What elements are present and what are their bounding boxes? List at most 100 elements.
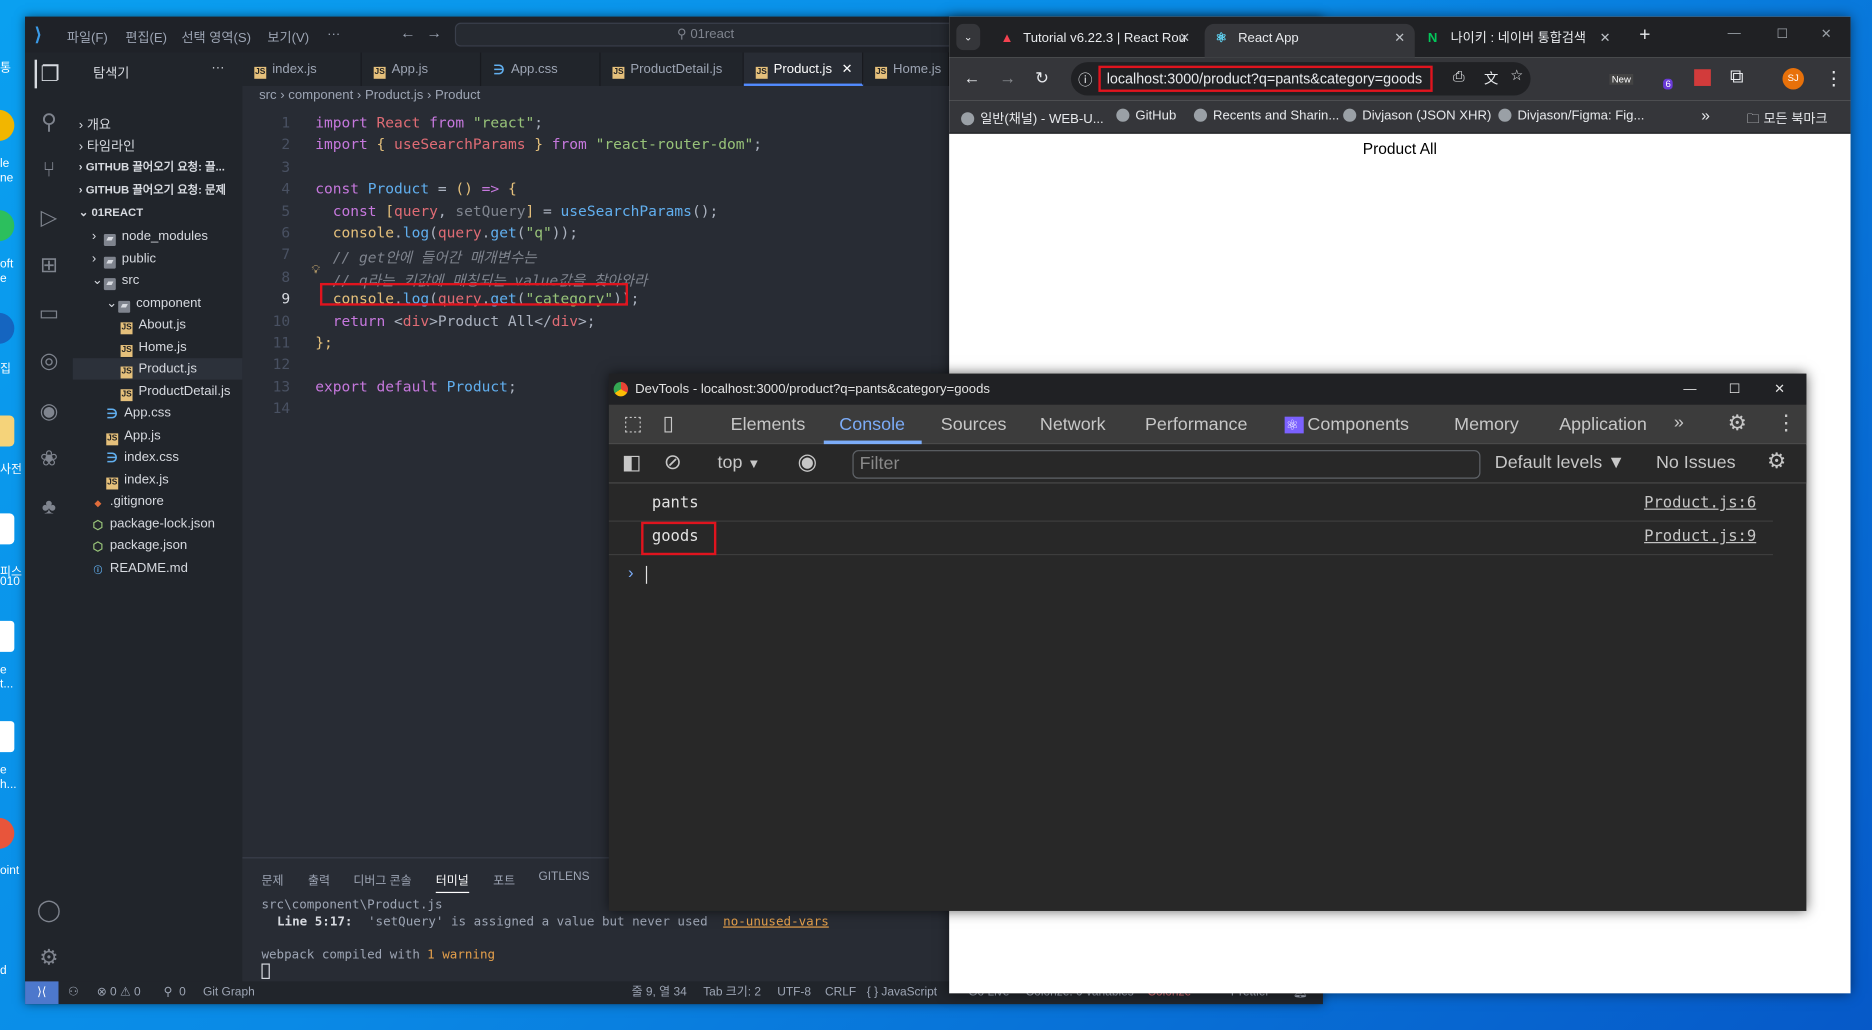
devtools-tab[interactable]: Elements bbox=[731, 414, 806, 434]
menu-edit[interactable]: 편집(E) bbox=[125, 27, 167, 46]
explorer-section[interactable]: › GITHUB 끌어오기 요청: 문제 bbox=[73, 180, 243, 201]
tab-size[interactable]: Tab 크기: 2 bbox=[703, 981, 761, 1004]
source-link[interactable]: Product.js:9 bbox=[1644, 528, 1756, 546]
problems-status[interactable]: ⊗ 0 ⚠ 0 bbox=[97, 981, 141, 1004]
close-tab-icon[interactable]: ✕ bbox=[1179, 24, 1190, 53]
code-line[interactable]: export default Product; bbox=[315, 378, 517, 395]
encoding[interactable]: UTF-8 bbox=[777, 981, 811, 1004]
close-tab-icon[interactable]: ✕ bbox=[1600, 24, 1611, 53]
close-button[interactable]: ✕ bbox=[1774, 374, 1785, 405]
console-filter-input[interactable]: Filter bbox=[852, 450, 1481, 479]
devtools-tab[interactable]: ⚛ Components bbox=[1284, 414, 1409, 435]
settings-gear-icon[interactable]: ⚙ bbox=[35, 943, 64, 972]
back-button-icon[interactable]: ← bbox=[963, 68, 980, 87]
breadcrumb-item[interactable]: Product bbox=[435, 88, 480, 102]
url-text[interactable]: localhost:3000/product?q=pants&category=… bbox=[1098, 65, 1433, 92]
git-graph-icon[interactable]: ◉ bbox=[35, 396, 64, 425]
code-line[interactable]: const Product = () => { bbox=[315, 181, 517, 198]
testing-icon[interactable]: ♣ bbox=[35, 492, 64, 521]
bookmark-item[interactable]: Divjason/Figma: Fig... bbox=[1498, 108, 1644, 123]
editor-tab[interactable]: JS Product.js ✕ bbox=[743, 52, 864, 86]
extensions-icon[interactable]: ⊞ bbox=[35, 251, 64, 280]
browser-tab[interactable]: N 나이키 : 네이버 통합검색 ✕ bbox=[1417, 24, 1620, 57]
code-line[interactable]: }; bbox=[315, 334, 333, 351]
editor-tab[interactable]: JS ProductDetail.js bbox=[601, 52, 744, 86]
bookmark-star-icon[interactable]: ☆ bbox=[1510, 67, 1523, 84]
extension-icon[interactable] bbox=[1694, 69, 1711, 86]
editor-tab[interactable]: ∋ App.css bbox=[481, 52, 601, 86]
explorer-section[interactable]: › 타임라인 bbox=[73, 136, 243, 157]
code-line[interactable]: // get안에 들어간 매개변수는 bbox=[315, 246, 537, 267]
file-tree-item[interactable]: ⬡ package-lock.json bbox=[73, 513, 243, 534]
file-tree-item[interactable]: JS Home.js bbox=[73, 336, 243, 357]
menu-more[interactable]: ··· bbox=[327, 27, 340, 41]
devtools-tab[interactable]: Application bbox=[1559, 414, 1647, 434]
language-mode[interactable]: { } JavaScript bbox=[867, 981, 937, 1004]
file-tree-item[interactable]: JS About.js bbox=[73, 314, 243, 335]
file-tree-item[interactable]: ∋ index.css bbox=[73, 447, 243, 468]
figma-icon[interactable]: ❀ bbox=[35, 444, 64, 473]
remote-indicator-icon[interactable]: ⟩⟨ bbox=[25, 981, 59, 1005]
translate-icon[interactable]: 文 bbox=[1484, 68, 1498, 88]
more-bookmarks-icon[interactable]: » bbox=[1701, 106, 1710, 124]
new-tab-button[interactable]: + bbox=[1639, 25, 1650, 46]
command-center-search[interactable]: ⚲ 01react bbox=[454, 22, 957, 47]
customize-menu-icon[interactable]: ⋮ bbox=[1775, 411, 1796, 436]
ports-icon[interactable]: ⚲ bbox=[164, 981, 173, 1004]
breadcrumb-item[interactable]: Product.js bbox=[365, 88, 423, 102]
clear-console-icon[interactable]: ⊘ bbox=[664, 450, 682, 475]
site-info-icon[interactable]: ⓘ bbox=[1078, 69, 1092, 89]
code-line[interactable]: import React from "react"; bbox=[315, 115, 543, 132]
gitlens-icon[interactable]: ◎ bbox=[35, 346, 64, 375]
menu-view[interactable]: 보기(V) bbox=[267, 27, 309, 46]
file-tree-item[interactable]: JS ProductDetail.js bbox=[73, 380, 243, 401]
source-control-icon[interactable]: ⑂ bbox=[35, 155, 64, 184]
app-desktop-icon[interactable] bbox=[0, 312, 15, 344]
minimize-button[interactable]: — bbox=[1683, 374, 1696, 405]
account-icon[interactable]: ◯ bbox=[35, 895, 64, 924]
file-desktop-icon[interactable] bbox=[0, 620, 15, 652]
dictionary-desktop-icon[interactable] bbox=[0, 415, 15, 447]
code-line[interactable]: console.log(query.get("q")); bbox=[315, 224, 578, 241]
tab-search-chevron-icon[interactable]: ⌄ bbox=[956, 23, 981, 51]
file-tree-item[interactable]: ⬡ package.json bbox=[73, 535, 243, 556]
address-bar[interactable]: ⓘ localhost:3000/product?q=pants&categor… bbox=[1070, 62, 1531, 96]
panel-tab[interactable]: 포트 bbox=[493, 870, 515, 888]
file-desktop-icon[interactable] bbox=[0, 721, 15, 753]
issues-button[interactable]: No Issues bbox=[1656, 452, 1736, 472]
menu-file[interactable]: 파일(F) bbox=[67, 27, 108, 46]
maximize-button[interactable]: ☐ bbox=[1729, 374, 1741, 405]
console-input-caret[interactable] bbox=[645, 565, 648, 584]
inspect-element-icon[interactable]: ⬚ bbox=[623, 412, 642, 436]
forward-button-icon[interactable]: → bbox=[999, 68, 1016, 87]
lightbulb-icon[interactable]: 💡︎ bbox=[312, 264, 320, 277]
devtools-tab[interactable]: Sources bbox=[941, 414, 1007, 434]
extension-count-badge[interactable]: 6 bbox=[1663, 78, 1674, 90]
install-app-icon[interactable]: ⎙ bbox=[1453, 68, 1464, 86]
panel-tab[interactable]: 출력 bbox=[308, 870, 330, 888]
context-selector[interactable]: top ▼ bbox=[718, 452, 761, 472]
browser-tab[interactable]: ⚛ React App ✕ bbox=[1204, 23, 1415, 58]
breadcrumb-item[interactable]: component bbox=[288, 88, 353, 102]
close-tab-icon[interactable]: ✕ bbox=[842, 62, 853, 76]
more-tabs-icon[interactable]: » bbox=[1674, 412, 1684, 432]
panel-tab[interactable]: 터미널 bbox=[435, 870, 469, 894]
line-ending[interactable]: CRLF bbox=[825, 981, 856, 1004]
account-status-icon[interactable]: ⚇ bbox=[68, 981, 79, 1004]
eslint-rule-link[interactable]: no-unused-vars bbox=[723, 915, 829, 929]
remote-explorer-icon[interactable]: ▭ bbox=[35, 298, 64, 327]
close-tab-icon[interactable]: ✕ bbox=[1394, 24, 1405, 53]
code-line[interactable]: import { useSearchParams } from "react-r… bbox=[315, 137, 762, 154]
extensions-puzzle-icon[interactable]: ⧉ bbox=[1730, 67, 1744, 88]
panel-tab[interactable]: GITLENS bbox=[538, 870, 589, 883]
explorer-section[interactable]: › 개요 bbox=[73, 115, 243, 136]
explorer-section[interactable]: › GITHUB 끌어오기 요청: 끌... bbox=[73, 158, 243, 179]
bookmark-item[interactable]: 일반(채널) - WEB-U... bbox=[961, 109, 1104, 128]
file-tree-item[interactable]: › ▰ public bbox=[73, 248, 243, 269]
menu-selection[interactable]: 선택 영역(S) bbox=[181, 27, 250, 46]
ports-count[interactable]: 0 bbox=[179, 981, 186, 1004]
close-window-button[interactable]: ✕ bbox=[1821, 26, 1832, 41]
file-tree-item[interactable]: JS App.js bbox=[73, 424, 243, 445]
file-tree-item[interactable]: › ▰ node_modules bbox=[73, 226, 243, 247]
bookmark-item[interactable]: Divjason (JSON XHR) bbox=[1343, 108, 1491, 123]
